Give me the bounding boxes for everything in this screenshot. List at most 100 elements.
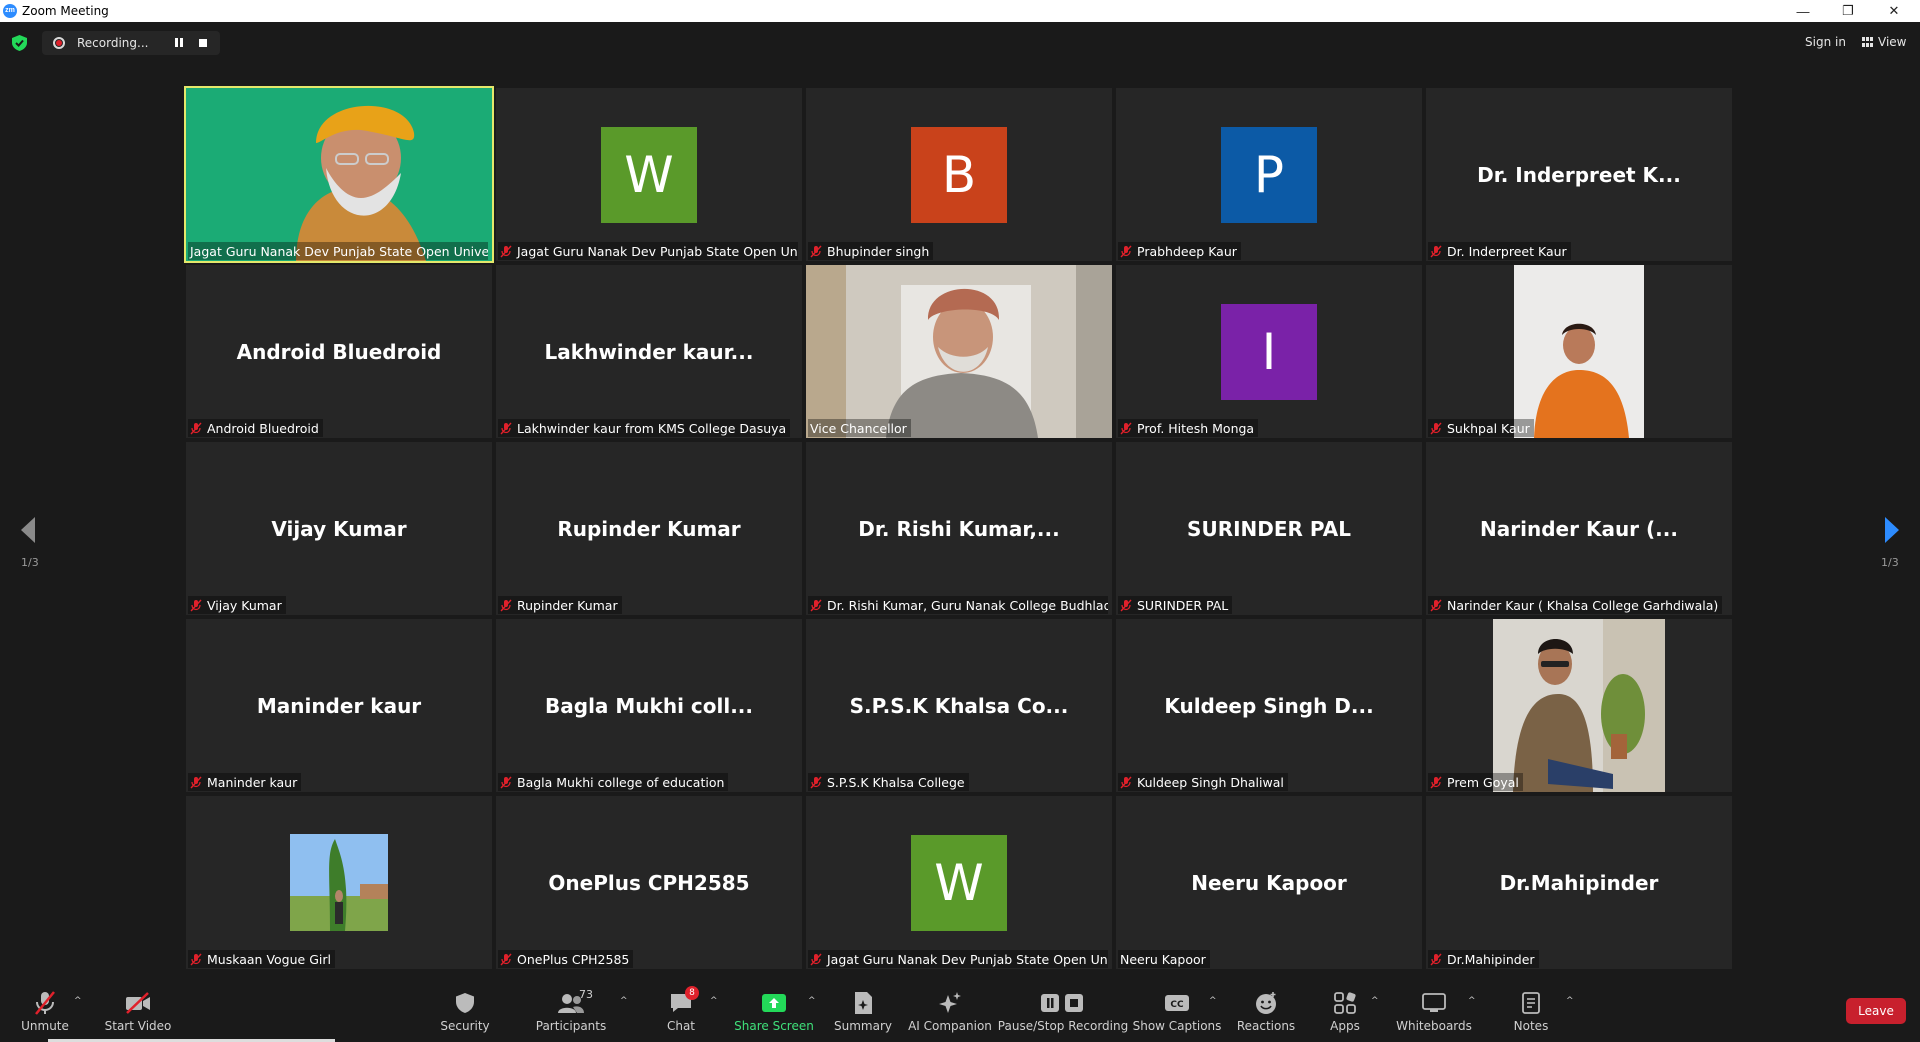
participant-tile[interactable]: I Prof. Hitesh Monga xyxy=(1116,265,1422,438)
participant-name-label: Vice Chancellor xyxy=(808,419,911,437)
participant-tile[interactable]: Neeru Kapoor Neeru Kapoor xyxy=(1116,796,1422,969)
participants-icon: 73 xyxy=(557,988,593,1016)
muted-mic-icon xyxy=(1430,953,1442,965)
muted-mic-icon xyxy=(1430,245,1442,257)
view-button[interactable]: View xyxy=(1862,35,1906,49)
participant-tile[interactable]: B Bhupinder singh xyxy=(806,88,1112,261)
participant-display-name: Android Bluedroid xyxy=(236,339,442,364)
participant-name-label: Rupinder Kumar xyxy=(498,596,622,614)
participant-tile[interactable]: Vice Chancellor xyxy=(806,265,1112,438)
participant-name-text: Prem Goyal xyxy=(1447,774,1519,790)
summary-label: Summary xyxy=(834,1019,892,1033)
notes-icon xyxy=(1517,990,1545,1016)
sign-in-button[interactable]: Sign in xyxy=(1805,35,1846,49)
participant-display-name: Narinder Kaur (... xyxy=(1480,516,1678,541)
muted-mic-icon xyxy=(1120,245,1132,257)
participant-tile[interactable]: Jagat Guru Nanak Dev Punjab State Open U… xyxy=(184,86,494,263)
participant-tile[interactable]: W Jagat Guru Nanak Dev Punjab State Open … xyxy=(806,796,1112,969)
participant-tile[interactable]: Bagla Mukhi coll... Bagla Mukhi college o… xyxy=(496,619,802,792)
pause-stop-recording-button[interactable]: Pause/Stop Recording xyxy=(998,990,1128,1033)
participant-tile[interactable]: P Prabhdeep Kaur xyxy=(1116,88,1422,261)
participant-name-text: Narinder Kaur ( Khalsa College Garhdiwal… xyxy=(1447,597,1719,613)
participant-avatar: W xyxy=(911,834,1007,931)
participant-video xyxy=(806,265,1112,438)
maximize-button[interactable]: ❐ xyxy=(1826,0,1870,22)
unmute-label: Unmute xyxy=(21,1019,69,1033)
participant-tile[interactable]: Rupinder Kumar Rupinder Kumar xyxy=(496,442,802,615)
participant-video xyxy=(186,88,492,261)
participant-video xyxy=(1514,265,1644,438)
participants-caret-icon[interactable]: ^ xyxy=(620,996,628,1006)
stop-recording-icon[interactable] xyxy=(199,39,207,47)
notes-button[interactable]: Notes xyxy=(1483,990,1579,1033)
participant-name-label: Bagla Mukhi college of education xyxy=(498,773,729,791)
participant-tile[interactable]: OnePlus CPH2585 OnePlus CPH2585 xyxy=(496,796,802,969)
apps-label: Apps xyxy=(1330,1019,1360,1033)
page-count-left: 1/3 xyxy=(21,556,39,569)
muted-mic-icon xyxy=(1430,422,1442,434)
smiley-icon xyxy=(1252,990,1280,1016)
participant-tile[interactable]: Muskaan Vogue Girl xyxy=(186,796,492,969)
whiteboards-label: Whiteboards xyxy=(1396,1019,1472,1033)
participant-tile[interactable]: Narinder Kaur (... Narinder Kaur ( Khalsa… xyxy=(1426,442,1732,615)
apps-caret-icon[interactable]: ^ xyxy=(1371,996,1379,1006)
participant-avatar: W xyxy=(601,126,697,223)
participant-display-name: S.P.S.K Khalsa Co... xyxy=(849,693,1069,718)
participant-display-name: OnePlus CPH2585 xyxy=(548,870,750,895)
participant-display-name: Bagla Mukhi coll... xyxy=(545,693,753,718)
participant-name-label: Narinder Kaur ( Khalsa College Garhdiwal… xyxy=(1428,596,1723,614)
participant-video xyxy=(1493,619,1665,792)
next-page-icon[interactable] xyxy=(1882,515,1902,545)
grid-view-icon xyxy=(1862,37,1873,47)
participant-name-label: S.P.S.K Khalsa College xyxy=(808,773,969,791)
participant-avatar: I xyxy=(1221,303,1317,400)
participant-tile[interactable]: Lakhwinder kaur... Lakhwinder kaur from K… xyxy=(496,265,802,438)
participant-display-name: Dr.Mahipinder xyxy=(1499,870,1659,895)
recording-label: Recording... xyxy=(77,36,149,50)
participant-tile[interactable]: S.P.S.K Khalsa Co... S.P.S.K Khalsa Colle… xyxy=(806,619,1112,792)
participant-name-text: Dr.Mahipinder xyxy=(1447,951,1535,967)
summary-button[interactable]: Summary xyxy=(815,990,911,1033)
close-button[interactable]: ✕ xyxy=(1872,0,1916,22)
whiteboards-caret-icon[interactable]: ^ xyxy=(1468,996,1476,1006)
participant-name-text: Neeru Kapoor xyxy=(1120,951,1206,967)
participant-tile[interactable]: Maninder kaur Maninder kaur xyxy=(186,619,492,792)
pause-recording-icon[interactable] xyxy=(174,38,184,48)
participant-tile[interactable]: Dr. Inderpreet K... Dr. Inderpreet Kaur xyxy=(1426,88,1732,261)
start-video-button[interactable]: Start Video xyxy=(90,990,186,1033)
participant-tile[interactable]: Android Bluedroid Android Bluedroid xyxy=(186,265,492,438)
participant-name-label: Prabhdeep Kaur xyxy=(1118,242,1241,260)
participant-tile[interactable]: Vijay Kumar Vijay Kumar xyxy=(186,442,492,615)
participant-tile[interactable]: SURINDER PAL SURINDER PAL xyxy=(1116,442,1422,615)
participant-name-label: Dr.Mahipinder xyxy=(1428,950,1539,968)
ai-companion-button[interactable]: AI Companion xyxy=(902,990,998,1033)
participant-tile[interactable]: Kuldeep Singh D... Kuldeep Singh Dhaliwal xyxy=(1116,619,1422,792)
participant-tile[interactable]: Sukhpal Kaur xyxy=(1426,265,1732,438)
muted-mic-icon xyxy=(810,245,822,257)
muted-mic-icon xyxy=(810,953,822,965)
participant-name-text: Dr. Rishi Kumar, Guru Nanak College Budh… xyxy=(827,597,1108,613)
participant-tile[interactable]: W Jagat Guru Nanak Dev Punjab State Open … xyxy=(496,88,802,261)
summary-icon xyxy=(849,990,877,1016)
muted-mic-icon xyxy=(500,599,512,611)
audio-options-caret-icon[interactable]: ^ xyxy=(74,996,82,1006)
view-label: View xyxy=(1878,35,1907,49)
previous-page-icon[interactable] xyxy=(18,515,38,545)
notes-caret-icon[interactable]: ^ xyxy=(1566,996,1574,1006)
participant-name-text: Vijay Kumar xyxy=(207,597,282,613)
participant-tile[interactable]: Dr. Rishi Kumar,... Dr. Rishi Kumar, Guru… xyxy=(806,442,1112,615)
participant-name-text: Jagat Guru Nanak Dev Punjab State Open U… xyxy=(517,243,798,259)
participant-tile[interactable]: Dr.Mahipinder Dr.Mahipinder xyxy=(1426,796,1732,969)
participant-name-text: Prof. Hitesh Monga xyxy=(1137,420,1255,436)
shield-check-icon[interactable] xyxy=(12,35,27,51)
chat-caret-icon[interactable]: ^ xyxy=(710,996,718,1006)
participants-button[interactable]: 73 Participants xyxy=(523,988,619,1033)
participant-tile[interactable]: Prem Goyal xyxy=(1426,619,1732,792)
security-button[interactable]: Security xyxy=(417,990,513,1033)
participant-name-text: Jagat Guru Nanak Dev Punjab State Open U… xyxy=(827,951,1108,967)
leave-button[interactable]: Leave xyxy=(1846,998,1906,1024)
participant-name-text: Rupinder Kumar xyxy=(517,597,618,613)
minimize-button[interactable]: — xyxy=(1781,0,1825,22)
captions-caret-icon[interactable]: ^ xyxy=(1209,996,1217,1006)
apps-button[interactable]: Apps xyxy=(1297,990,1393,1033)
